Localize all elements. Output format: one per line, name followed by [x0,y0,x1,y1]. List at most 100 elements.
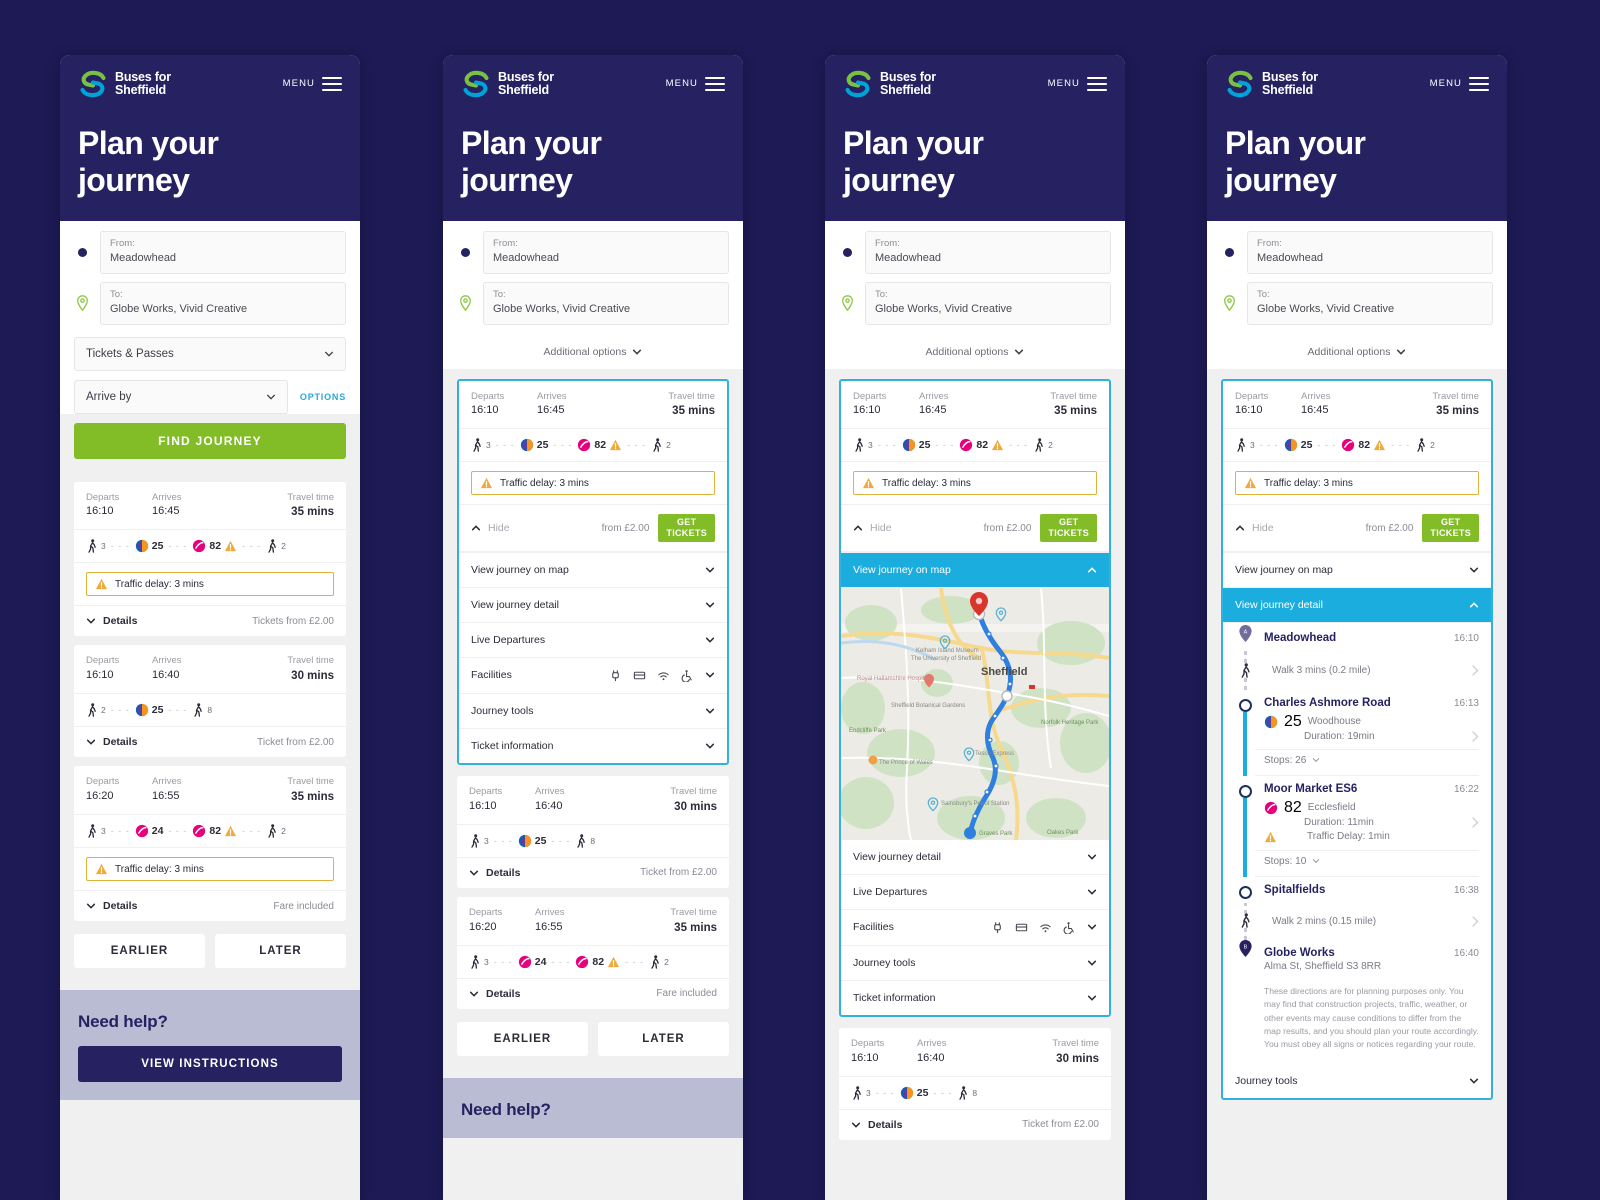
fare-text: Tickets from £2.00 [252,615,334,627]
journey-map[interactable]: Sheffield Kelham Island Museum The Unive… [841,587,1109,840]
details-toggle[interactable]: Details [851,1119,902,1131]
to-input[interactable]: To: Globe Works, Vivid Creative [865,281,1111,325]
journey-card-expanded-map[interactable]: Departs 16:10 Arrives 16:45 Travel time 35 … [839,378,1111,1017]
chevron-right-icon[interactable] [1472,731,1479,742]
accordion-live-departures[interactable]: Live Departures [841,875,1109,910]
details-toggle[interactable]: Details [469,867,520,879]
hide-toggle[interactable]: Hide [471,522,510,534]
from-input[interactable]: From: Meadowhead [1247,231,1493,274]
get-tickets-button[interactable]: GET TICKETS [658,514,715,542]
details-toggle[interactable]: Details [86,736,137,748]
timeline-stops-count[interactable]: Stops: 10 [1223,850,1491,877]
journey-card[interactable]: Departs 16:10 Arrives 16:40 Travel time 30 … [457,775,729,888]
leg-separator: - - - [627,440,647,451]
timeline-step-stop[interactable]: Charles Ashmore Road 16:13 25 Woodhouse … [1223,690,1491,750]
menu-button[interactable]: MENU [666,76,725,92]
from-field-row[interactable]: From: Meadowhead [839,231,1111,274]
additional-options-toggle[interactable]: Additional options [825,336,1125,369]
details-toggle[interactable]: Details [86,615,137,627]
map-label-place: Oakes Park [1047,829,1079,836]
tickets-passes-select[interactable]: Tickets & Passes [74,336,346,371]
need-help-title: Need help? [78,1012,168,1032]
stops-toggle[interactable]: Stops: 10 [1264,856,1479,867]
hide-toggle[interactable]: Hide [853,522,892,534]
menu-button[interactable]: MENU [1429,76,1489,92]
svg-text:A: A [1243,629,1247,635]
accordion-view-journey-detail[interactable]: View journey detail [459,588,727,623]
accordion-ticket-information[interactable]: Ticket information [459,729,727,763]
find-journey-button[interactable]: FIND JOURNEY [74,422,346,459]
menu-label: MENU [1047,78,1080,90]
brand-logo[interactable]: Buses for Sheffield [843,69,936,99]
get-tickets-button[interactable]: GET TICKETS [1040,514,1097,542]
from-input[interactable]: From: Meadowhead [865,231,1111,274]
buses-for-sheffield-logo-icon [80,70,106,98]
from-field-row[interactable]: From: Meadowhead [1221,231,1493,274]
chevron-right-icon[interactable] [1472,817,1479,828]
additional-options-toggle[interactable]: Additional options [1207,336,1507,369]
arrive-by-select[interactable]: Arrive by [74,379,288,414]
chevron-right-icon[interactable] [1472,665,1479,676]
accordion-journey-tools[interactable]: Journey tools [1223,1064,1491,1098]
from-input[interactable]: From: Meadowhead [100,231,346,274]
to-field-row[interactable]: To: Globe Works, Vivid Creative [1221,281,1493,325]
journey-delay-row: Traffic delay: 3 mins [841,462,1109,506]
facilities-icon-group [609,669,694,682]
to-input[interactable]: To: Globe Works, Vivid Creative [483,281,729,325]
menu-button[interactable]: MENU [1047,76,1107,92]
earlier-button[interactable]: EARLIER [457,1021,588,1056]
accordion-facilities[interactable]: Facilities [841,910,1109,946]
from-field-row[interactable]: From: Meadowhead [457,231,729,274]
accordion-view-journey-detail[interactable]: View journey detail [841,840,1109,875]
timeline-stops-count[interactable]: Stops: 26 [1223,749,1491,776]
usb-plug-icon [994,922,1001,934]
chevron-right-icon[interactable] [1472,916,1479,927]
route-number: 82 [1358,439,1371,452]
accordion-ticket-information[interactable]: Ticket information [841,981,1109,1015]
to-field-row[interactable]: To: Globe Works, Vivid Creative [457,281,729,325]
view-instructions-button[interactable]: VIEW INSTRUCTIONS [78,1046,342,1083]
to-field-row[interactable]: To: Globe Works, Vivid Creative [839,281,1111,325]
brand-logo[interactable]: Buses for Sheffield [1225,69,1318,99]
accordion-view-journey-on-map[interactable]: View journey on map [459,553,727,588]
accordion-live-departures[interactable]: Live Departures [459,623,727,658]
journey-card[interactable]: Departs 16:20 Arrives 16:55 Travel time 35 … [74,766,346,922]
brand-logo[interactable]: Buses for Sheffield [78,69,171,99]
to-input[interactable]: To: Globe Works, Vivid Creative [1247,281,1493,325]
journey-card[interactable]: Departs 16:10 Arrives 16:40 Travel time 30 … [74,645,346,758]
brand-logo[interactable]: Buses for Sheffield [461,69,554,99]
accordion-view-journey-on-map[interactable]: View journey on map [841,552,1109,588]
additional-options-toggle[interactable]: Additional options [443,336,743,369]
timeline-step-walk[interactable]: Walk 2 mins (0.15 mile) [1223,902,1491,940]
later-button[interactable]: LATER [215,934,346,969]
earlier-button[interactable]: EARLIER [74,934,205,969]
chevron-down-icon [633,349,642,355]
menu-label: MENU [1429,78,1462,90]
from-field-row[interactable]: From: Meadowhead [74,231,346,274]
accordion-journey-tools[interactable]: Journey tools [459,694,727,729]
accordion-facilities[interactable]: Facilities [459,658,727,694]
get-tickets-button[interactable]: GET TICKETS [1422,514,1479,542]
details-toggle[interactable]: Details [469,988,520,1000]
journey-card[interactable]: Departs 16:20 Arrives 16:55 Travel time 35 … [457,896,729,1009]
details-toggle[interactable]: Details [86,900,137,912]
menu-button[interactable]: MENU [283,76,342,92]
to-input[interactable]: To: Globe Works, Vivid Creative [100,281,346,325]
accordion-journey-tools[interactable]: Journey tools [841,946,1109,981]
journey-card-expanded[interactable]: Departs 16:10 Arrives 16:45 Travel time 35 … [457,378,729,765]
hide-toggle[interactable]: Hide [1235,522,1274,534]
stops-toggle[interactable]: Stops: 26 [1264,755,1479,766]
leg-walk: 2 [1033,438,1053,453]
options-link[interactable]: OPTIONS [300,392,346,402]
accordion-view-journey-detail[interactable]: View journey detail [1223,587,1491,623]
timeline-step-walk[interactable]: Walk 3 mins (0.2 mile) [1223,650,1491,690]
journey-card-expanded-detail[interactable]: Departs 16:10 Arrives 16:45 Travel time 35 … [1221,378,1493,1100]
to-field-row[interactable]: To: Globe Works, Vivid Creative [74,281,346,325]
leg-walk: 2 [1415,438,1435,453]
journey-card[interactable]: Departs 16:10 Arrives 16:40 Travel time 30 … [839,1027,1111,1140]
accordion-view-journey-on-map[interactable]: View journey on map [1223,553,1491,588]
later-button[interactable]: LATER [598,1021,729,1056]
timeline-step-stop[interactable]: Moor Market ES6 16:22 82 Ecclesfield Dur… [1223,776,1491,851]
from-input[interactable]: From: Meadowhead [483,231,729,274]
journey-card[interactable]: Departs 16:10 Arrives 16:45 Travel time 35 … [74,481,346,637]
